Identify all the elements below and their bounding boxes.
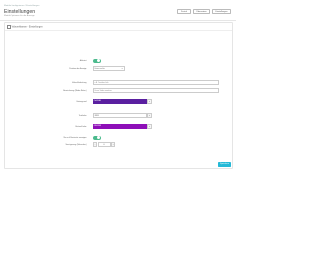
settings-button[interactable]: Einstellungen bbox=[212, 9, 231, 14]
delay-stepper[interactable]: − 0 + bbox=[92, 142, 117, 147]
panel-heading-text: Videoreklamen - Einstellungen bbox=[11, 26, 43, 29]
save-button[interactable]: Speichern bbox=[218, 161, 231, 167]
homepage-only-toggle[interactable] bbox=[92, 135, 101, 140]
page-subtitle: Modul-Optionen für die Anzeige bbox=[4, 14, 35, 17]
background-color-label: Hintergrund bbox=[76, 100, 87, 103]
increment-button[interactable]: + bbox=[110, 142, 116, 147]
chevron-down-icon: ▾ bbox=[121, 68, 123, 70]
enabled-label: Aktiviert bbox=[79, 59, 87, 62]
panel-heading: Videoreklamen - Einstellungen bbox=[7, 25, 43, 29]
toggle-knob bbox=[96, 58, 101, 63]
display-position-select[interactable]: Unten rechts ▾ bbox=[92, 66, 125, 71]
header-divider bbox=[0, 20, 236, 21]
delay-label: Verzögerung (Sekunden) bbox=[65, 143, 87, 146]
color-picker-icon[interactable]: ◐ bbox=[147, 123, 152, 129]
background-color-input[interactable]: #5A1FA0 bbox=[92, 98, 147, 104]
button-color-input[interactable]: #8E0FB8 bbox=[92, 123, 147, 129]
video-url-input[interactable]: z.B. Youtube-Link bbox=[92, 80, 219, 85]
back-button[interactable]: Zurück bbox=[177, 9, 191, 14]
video-title-input[interactable]: Unser Video ansehen bbox=[92, 88, 219, 93]
text-color-input[interactable]: #FFF bbox=[92, 112, 147, 118]
display-position-value: Unten rechts bbox=[94, 68, 105, 70]
translate-button[interactable]: Übersetzen bbox=[193, 9, 210, 14]
text-color-label: Textfarbe bbox=[78, 114, 87, 117]
button-color-label: Button-Farbe bbox=[75, 125, 87, 128]
homepage-only-label: Nur auf Startseite anzeigen bbox=[63, 136, 87, 139]
video-title-label: Bezeichnung (Slider-Reiter) bbox=[63, 89, 87, 92]
delay-value[interactable]: 0 bbox=[97, 142, 111, 147]
breadcrumb: Module konfigurieren / Einstellungen bbox=[4, 5, 40, 7]
module-config-page: Module konfigurieren / Einstellungen Ein… bbox=[0, 0, 236, 255]
settings-panel: Videoreklamen - Einstellungen Aktiviert … bbox=[3, 22, 233, 169]
video-url-label: Video-Einbettung bbox=[72, 81, 87, 84]
color-picker-icon[interactable]: ◐ bbox=[147, 98, 152, 104]
display-position-label: Position der Anzeige bbox=[69, 67, 87, 70]
settings-icon bbox=[7, 25, 11, 29]
toggle-knob bbox=[96, 135, 101, 140]
enabled-toggle[interactable] bbox=[92, 58, 101, 63]
color-picker-icon[interactable]: ◐ bbox=[147, 112, 152, 118]
